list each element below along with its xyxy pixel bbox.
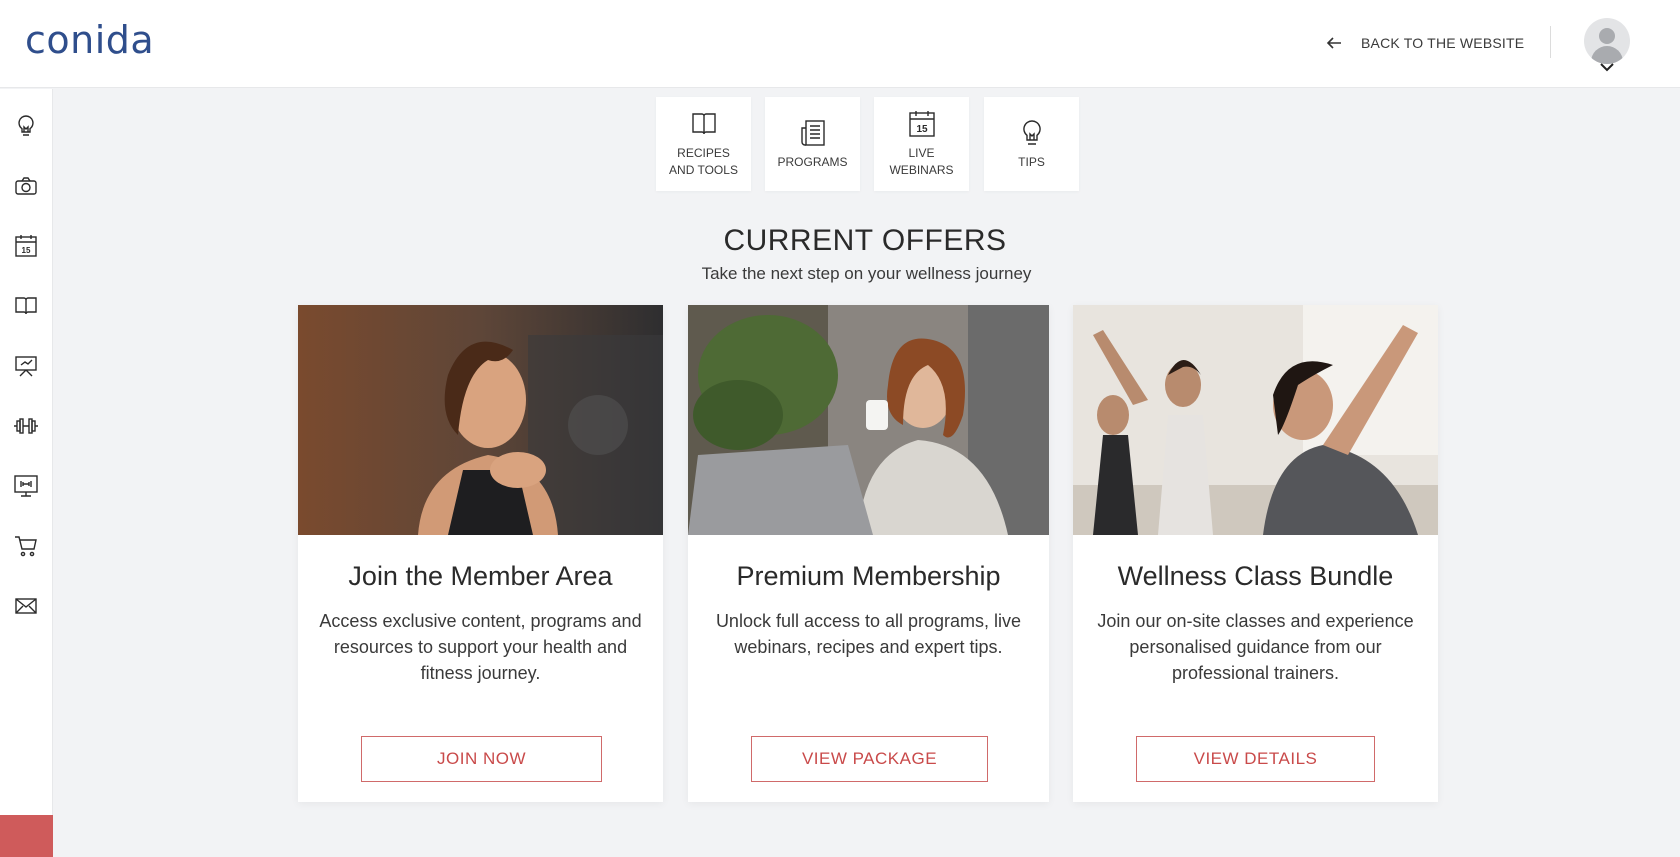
back-to-website-label: BACK TO THE WEBSITE [1361,35,1525,51]
back-to-website-link[interactable]: BACK TO THE WEBSITE [1325,30,1524,56]
view-package-button[interactable]: VIEW PACKAGE [751,736,988,782]
brand-logo[interactable]: conida [25,18,154,62]
card-title: Join the Member Area [348,561,613,591]
dumbbell-icon[interactable] [13,413,39,439]
svg-text:15: 15 [916,124,928,135]
book-icon [691,113,716,135]
category-label: LIVE WEBINARS [889,146,954,177]
category-programs[interactable]: PROGRAMS [765,97,860,191]
presentation-icon[interactable] [13,353,39,379]
lightbulb-icon [1022,119,1041,145]
card-description: Access exclusive content, programs and r… [319,611,642,683]
camera-icon[interactable] [13,173,39,199]
offers-title: CURRENT OFFERS [723,224,1007,257]
card-title: Wellness Class Bundle [1117,561,1394,591]
chevron-down-icon[interactable] [1599,62,1615,72]
join-now-button[interactable]: JOIN NOW [361,736,602,782]
offer-card-member-area: Join the Member Area Access exclusive co… [298,305,663,802]
card-description: Join our on-site classes and experience … [1097,611,1414,683]
offer-card-premium-membership: Premium Membership Unlock full access to… [688,305,1049,802]
header-divider [1550,26,1551,58]
sidebar-accent-block [0,815,53,857]
category-label: PROGRAMS [777,154,848,169]
woman-with-laptop-photo [688,305,1049,535]
category-tips[interactable]: TIPS [984,97,1079,191]
arrow-left-icon [1326,37,1341,49]
category-label: RECIPES AND TOOLS [669,146,738,177]
lightbulb-icon[interactable] [13,113,39,139]
newspaper-icon [800,119,825,146]
offer-card-wellness-class-bundle: Wellness Class Bundle Join our on-site c… [1073,305,1438,802]
calendar-icon: 15 [908,111,935,137]
view-details-button[interactable]: VIEW DETAILS [1136,736,1375,782]
yoga-class-photo [1073,305,1438,535]
category-recipes-and-tools[interactable]: RECIPES AND TOOLS [656,97,751,191]
category-label: TIPS [1018,154,1045,169]
monitor-dumbbell-icon[interactable] [13,473,39,499]
cart-icon[interactable] [13,533,39,559]
card-title: Premium Membership [736,561,1001,591]
book-icon[interactable] [13,293,39,319]
card-description: Unlock full access to all programs, live… [715,611,1022,657]
offers-subtitle: Take the next step on your wellness jour… [701,264,1032,283]
user-avatar-icon[interactable] [1584,18,1630,64]
top-header: conida BACK TO THE WEBSITE [0,0,1680,88]
mail-icon[interactable] [13,593,39,619]
category-live-webinars[interactable]: 15 LIVE WEBINARS [874,97,969,191]
woman-in-gym-photo [298,305,663,535]
sidebar: 15 [0,89,53,857]
